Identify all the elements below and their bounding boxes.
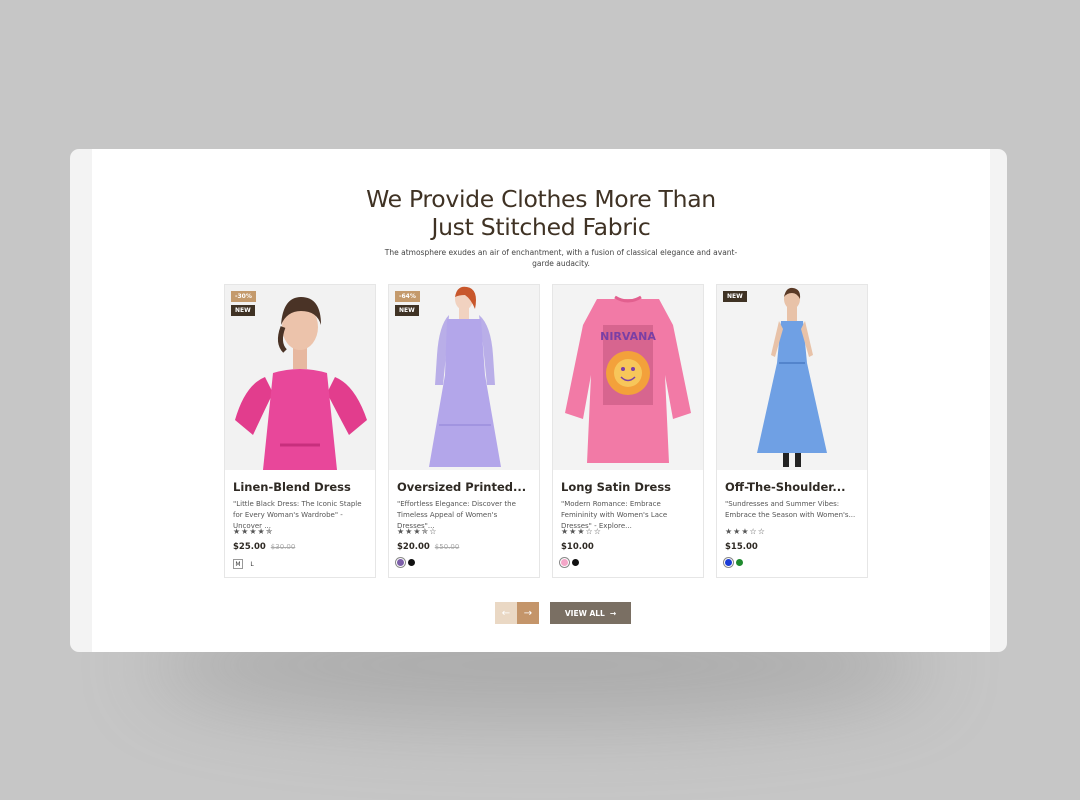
arrow-right-icon: → (609, 608, 617, 618)
section-title-line1: We Provide Clothes More Than (366, 185, 716, 213)
badge-group: NEW (723, 291, 747, 302)
current-price: $20.00 (397, 542, 430, 552)
star-rating: ★★★☆☆ (725, 527, 766, 536)
arrow-left-icon: ← (501, 607, 511, 619)
star-rating: ★★★☆☆ (561, 527, 602, 536)
product-price: $25.00 $30.00 (233, 542, 295, 552)
products-section: We Provide Clothes More Than Just Stitch… (92, 149, 990, 652)
size-option-m[interactable]: M (233, 559, 243, 569)
browser-window: We Provide Clothes More Than Just Stitch… (70, 149, 1007, 652)
carousel-prev-button[interactable]: ← (495, 602, 517, 624)
color-swatches (561, 559, 579, 566)
color-swatch-green[interactable] (736, 559, 743, 566)
badge-group: -64% NEW (395, 291, 420, 316)
product-price: $20.00 $50.00 (397, 542, 459, 552)
product-name[interactable]: Oversized Printed... (397, 480, 526, 494)
current-price: $10.00 (561, 542, 594, 552)
product-price: $10.00 (561, 542, 594, 552)
color-swatches (397, 559, 415, 566)
svg-text:NIRVANA: NIRVANA (600, 330, 656, 343)
badge-group: -30% NEW (231, 291, 256, 316)
section-title-line2: Just Stitched Fabric (431, 213, 651, 241)
product-name[interactable]: Long Satin Dress (561, 480, 671, 494)
carousel-next-button[interactable]: → (517, 602, 539, 624)
product-image[interactable]: NIRVANA (553, 285, 703, 470)
color-swatch-black[interactable] (408, 559, 415, 566)
color-swatch-pink[interactable] (561, 559, 568, 566)
size-options: M L (233, 559, 257, 569)
new-badge: NEW (395, 305, 419, 316)
product-description: "Sundresses and Summer Vibes: Embrace th… (725, 500, 856, 519)
view-all-label: VIEW ALL (564, 608, 605, 618)
current-price: $15.00 (725, 542, 758, 552)
product-price: $15.00 (725, 542, 758, 552)
old-price: $30.00 (270, 543, 296, 551)
product-name[interactable]: Linen-Blend Dress (233, 480, 351, 494)
arrow-right-icon: → (523, 607, 533, 619)
view-all-button[interactable]: VIEW ALL → (550, 602, 631, 624)
color-swatch-blue[interactable] (725, 559, 732, 566)
old-price: $50.00 (434, 543, 460, 551)
new-badge: NEW (723, 291, 747, 302)
new-badge: NEW (231, 305, 255, 316)
discount-badge: -30% (231, 291, 256, 302)
color-swatch-purple[interactable] (397, 559, 404, 566)
product-card[interactable]: -64% NEW Oversized Printed... "Effortles… (388, 284, 540, 578)
model-in-blue-dress-image (717, 285, 867, 470)
product-card[interactable]: NEW Off-The-Shoulder... "Sundresses and … (716, 284, 868, 578)
section-subtitle: The atmosphere exudes an air of enchantm… (384, 248, 738, 268)
discount-badge: -64% (395, 291, 420, 302)
product-card[interactable]: -30% NEW Linen-Blend Dress "Little Black… (224, 284, 376, 578)
color-swatch-black[interactable] (572, 559, 579, 566)
size-option-l[interactable]: L (247, 559, 257, 569)
star-rating: ★★★★✯ (233, 527, 274, 536)
star-rating: ★★★✯☆ (397, 527, 438, 536)
product-name[interactable]: Off-The-Shoulder... (725, 480, 845, 494)
pink-graphic-sweatshirt-image: NIRVANA (553, 285, 703, 470)
color-swatches (725, 559, 743, 566)
section-title: We Provide Clothes More Than Just Stitch… (92, 185, 990, 241)
product-card[interactable]: NIRVANA Long Satin Dress "Modern Romance… (552, 284, 704, 578)
current-price: $25.00 (233, 542, 266, 552)
product-image[interactable] (717, 285, 867, 470)
